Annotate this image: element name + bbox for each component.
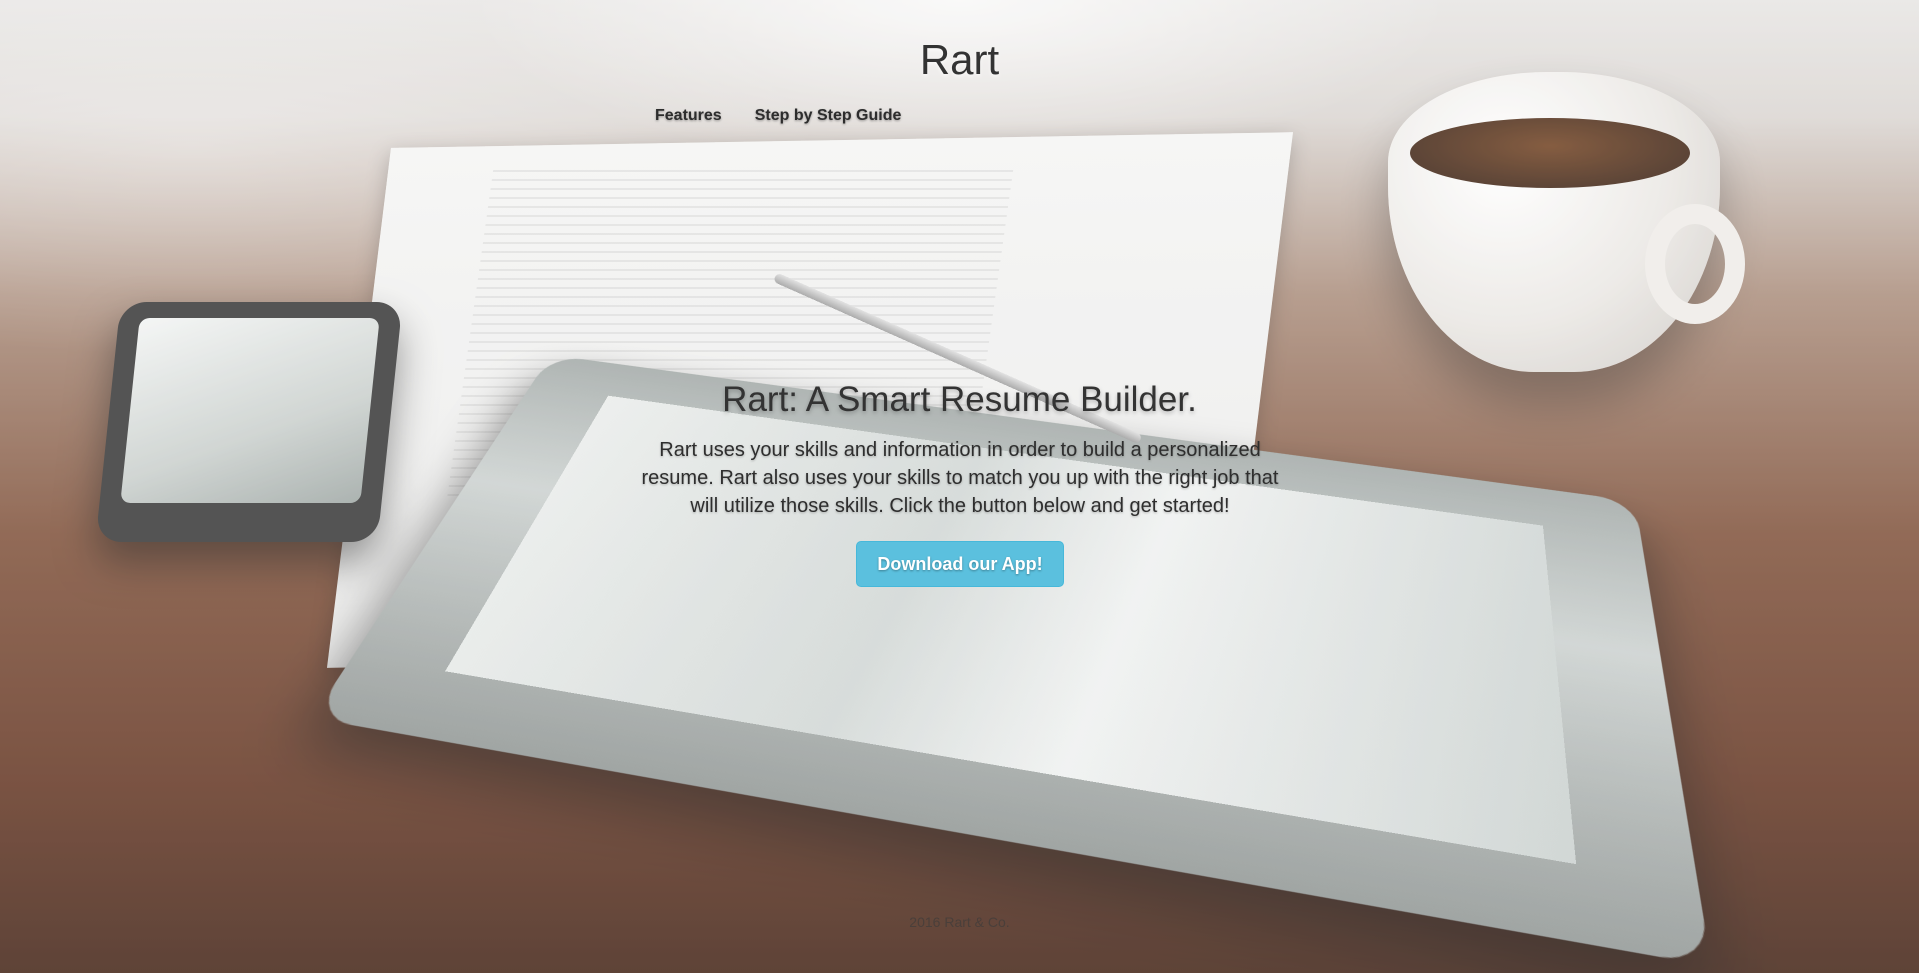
footer-copyright: 2016 Rart & Co.: [0, 914, 1919, 930]
nav-link-step-by-step-guide[interactable]: Step by Step Guide: [755, 107, 902, 125]
hero-title: Rart: A Smart Resume Builder.: [0, 380, 1919, 420]
site-title: Rart: [0, 36, 1919, 84]
main-nav: Features Step by Step Guide: [655, 107, 901, 125]
page-background: Rart Features Step by Step Guide Rart: A…: [0, 0, 1919, 973]
download-app-button[interactable]: Download our App!: [856, 541, 1064, 587]
nav-link-features[interactable]: Features: [655, 107, 722, 125]
hero-description: Rart uses your skills and information in…: [640, 436, 1280, 520]
